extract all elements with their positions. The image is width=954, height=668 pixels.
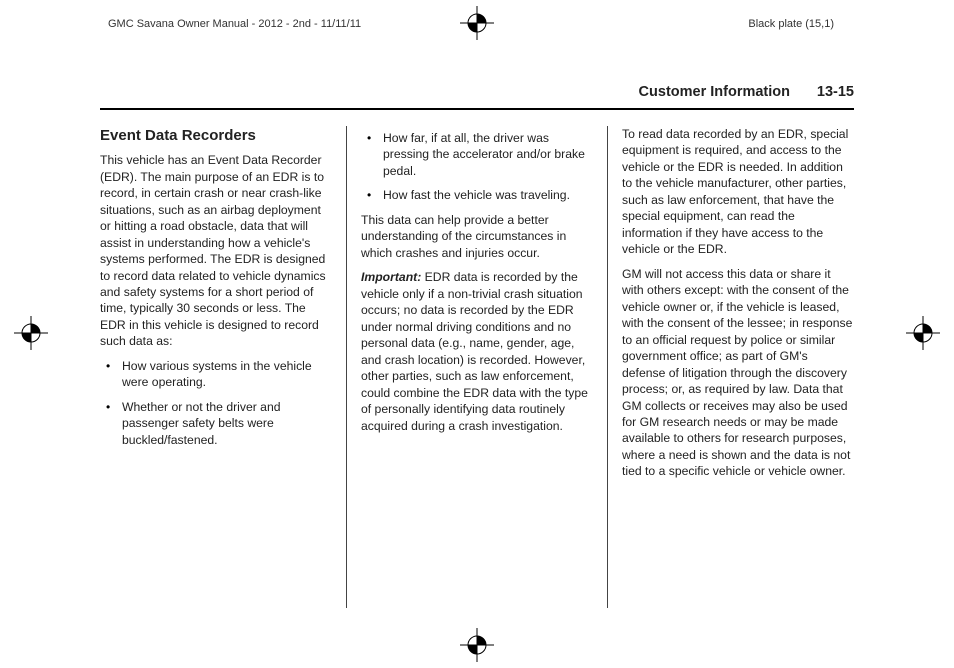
list-item: How fast the vehicle was traveling. [361,187,593,203]
bullet-list: How far, if at all, the driver was press… [361,130,593,204]
bullet-list: How various systems in the vehicle were … [100,358,332,448]
manual-page: GMC Savana Owner Manual - 2012 - 2nd - 1… [0,0,954,668]
section-heading: Event Data Recorders [100,126,332,146]
important-note: Important: EDR data is recorded by the v… [361,269,593,434]
list-item: Whether or not the driver and passenger … [100,399,332,448]
important-body: EDR data is recorded by the vehicle only… [361,270,588,432]
registration-mark-icon [14,316,48,350]
body-paragraph: To read data recorded by an EDR, special… [622,126,854,258]
intro-paragraph: This vehicle has an Event Data Recorder … [100,152,332,350]
column-2: How far, if at all, the driver was press… [346,126,607,608]
column-1: Event Data Recorders This vehicle has an… [100,126,346,608]
registration-mark-icon [460,6,494,40]
registration-mark-icon [460,628,494,662]
body-paragraph: GM will not access this data or share it… [622,266,854,480]
page-number: 13-15 [817,84,854,100]
printer-info-left: GMC Savana Owner Manual - 2012 - 2nd - 1… [108,18,361,30]
registration-mark-icon [906,316,940,350]
printer-info-right: Black plate (15,1) [748,18,834,30]
important-label: Important: [361,270,421,284]
list-item: How various systems in the vehicle were … [100,358,332,391]
list-item: How far, if at all, the driver was press… [361,130,593,179]
column-3: To read data recorded by an EDR, special… [607,126,854,608]
chapter-title: Customer Information [639,84,790,100]
text-columns: Event Data Recorders This vehicle has an… [100,126,854,608]
running-head: Customer Information 13-15 [100,84,854,110]
body-paragraph: This data can help provide a better unde… [361,212,593,261]
